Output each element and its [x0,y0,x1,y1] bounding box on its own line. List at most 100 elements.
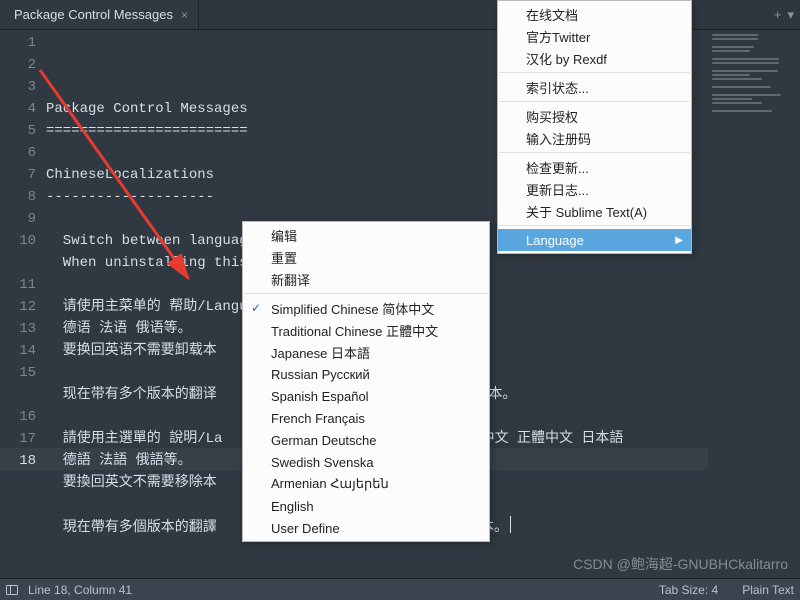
gutter-line-number: 2 [0,54,36,76]
menu-item[interactable]: 更新日志... [498,178,691,200]
minimap-line [712,94,781,96]
gutter-line-number: 13 [0,318,36,340]
minimap-line [712,86,771,88]
minimap-line [712,70,778,72]
menu-item-label: 关于 Sublime Text(A) [526,202,647,221]
menu-item-label: Spanish Español [271,389,369,404]
gutter-line-number: 12 [0,296,36,318]
close-icon[interactable]: × [181,8,188,22]
menu-separator [499,101,690,102]
tab-dropdown-icon[interactable]: ▾ [787,7,794,23]
menu-item-label: French Français [271,411,365,426]
check-icon: ✓ [251,301,261,315]
gutter-line-number: 15 [0,362,36,406]
menu-item-language-option[interactable]: English [243,495,489,517]
menu-item-language-option[interactable]: Russian Русский [243,363,489,385]
help-menu: 在线文档官方Twitter 汉化 by Rexdf 索引状态... 购买授权输入注… [497,0,692,254]
menu-item-label: 汉化 by Rexdf [526,49,607,68]
gutter: 123456789101112131415161718 [0,30,46,578]
new-tab-icon[interactable]: + [774,7,782,22]
menu-separator [244,293,488,294]
menu-item-label: 索引状态... [526,78,589,97]
menu-separator [499,72,690,73]
menu-item-language-option[interactable]: Spanish Español [243,385,489,407]
menu-item-language-option[interactable]: Traditional Chinese 正體中文 [243,319,489,341]
gutter-line-number: 6 [0,142,36,164]
menu-item[interactable]: 输入注册码 [498,127,691,149]
minimap-line [712,74,750,76]
gutter-line-number: 11 [0,274,36,296]
menu-separator [499,225,690,226]
menu-item-language-option[interactable]: User Define [243,517,489,539]
menu-item-label: 在线文档 [526,5,578,24]
menu-item[interactable]: 新翻译 [243,268,489,290]
minimap-line [712,102,762,104]
menu-item-label: Traditional Chinese 正體中文 [271,321,438,340]
menu-item-language-option[interactable]: Armenian Հայերեն [243,473,489,495]
minimap-line [712,62,779,64]
menu-item-language-option[interactable]: Swedish Svenska [243,451,489,473]
menu-item-label: User Define [271,521,340,536]
panel-toggle-icon[interactable] [6,585,18,595]
minimap-line [712,78,762,80]
menu-item[interactable]: 关于 Sublime Text(A) [498,200,691,222]
menu-item-language-option[interactable]: German Deutsche [243,429,489,451]
menu-item-language-option[interactable]: ✓ Simplified Chinese 简体中文 [243,297,489,319]
gutter-line-number: 9 [0,208,36,230]
gutter-line-number: 1 [0,32,36,54]
menu-item-language-option[interactable]: French Français [243,407,489,429]
tab-bar-actions: + ▾ [774,0,794,29]
menu-item-label: Language [526,233,584,248]
menu-item-label: Swedish Svenska [271,455,374,470]
gutter-line-number: 7 [0,164,36,186]
menu-item-label: 新翻译 [271,270,310,289]
menu-item-label: 更新日志... [526,180,589,199]
gutter-line-number: 8 [0,186,36,208]
status-tab-size[interactable]: Tab Size: 4 [659,583,718,597]
menu-item[interactable]: 购买授权 [498,105,691,127]
menu-item-language[interactable]: Language ▶ [498,229,691,251]
menu-item-label: Russian Русский [271,367,370,382]
minimap-line [712,110,772,112]
menu-item-label: 重置 [271,248,297,267]
minimap[interactable] [708,30,800,578]
menu-item[interactable]: 编辑 [243,224,489,246]
status-position: Line 18, Column 41 [28,583,132,597]
language-submenu: 编辑重置新翻译 ✓ Simplified Chinese 简体中文 Traditio… [242,221,490,542]
minimap-line [712,50,750,52]
tab-title: Package Control Messages [14,7,173,22]
watermark: CSDN @鲍海超-GNUBHCkalitarro [573,554,788,574]
menu-item[interactable]: 在线文档 [498,3,691,25]
menu-item[interactable]: 重置 [243,246,489,268]
menu-item-label: Simplified Chinese 简体中文 [271,299,434,318]
menu-item[interactable]: 索引状态... [498,76,691,98]
menu-item-label: Japanese 日本語 [271,343,370,362]
tab-package-control-messages[interactable]: Package Control Messages × [0,0,199,29]
minimap-line [712,38,758,40]
menu-item-label: 官方Twitter [526,27,590,46]
menu-item[interactable]: 检查更新... [498,156,691,178]
gutter-line-number: 5 [0,120,36,142]
minimap-line [712,58,779,60]
menu-item-label: Armenian Հայերեն [271,476,389,492]
menu-item-label: English [271,499,314,514]
menu-item-label: German Deutsche [271,433,377,448]
menu-item[interactable]: 汉化 by Rexdf [498,47,691,69]
menu-item[interactable]: 官方Twitter [498,25,691,47]
menu-item-label: 输入注册码 [526,129,591,148]
menu-item-language-option[interactable]: Japanese 日本語 [243,341,489,363]
minimap-line [712,46,754,48]
status-syntax[interactable]: Plain Text [742,583,794,597]
gutter-line-number: 17 [0,428,36,450]
menu-item-label: 编辑 [271,226,297,245]
text-cursor [510,516,511,533]
chevron-right-icon: ▶ [675,235,683,246]
menu-item-label: 购买授权 [526,107,578,126]
minimap-line [712,98,752,100]
gutter-line-number: 3 [0,76,36,98]
gutter-line-number: 4 [0,98,36,120]
status-bar: Line 18, Column 41 Tab Size: 4 Plain Tex… [0,578,800,600]
minimap-line [712,34,758,36]
gutter-line-number: 10 [0,230,36,274]
menu-separator [499,152,690,153]
